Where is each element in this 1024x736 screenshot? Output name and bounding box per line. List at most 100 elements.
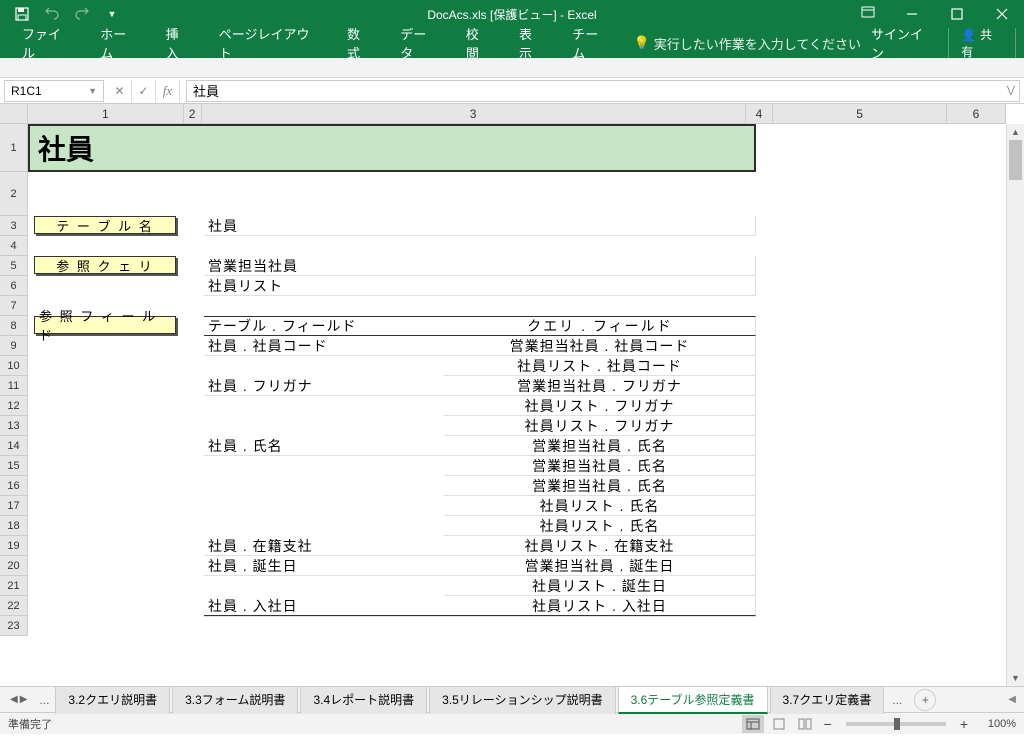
normal-view-button[interactable] bbox=[742, 715, 764, 733]
ribbon-tab[interactable]: ファイル bbox=[8, 28, 86, 58]
sheet-tab[interactable]: 3.5リレーションシップ説明書 bbox=[429, 686, 615, 714]
column-header[interactable]: 1 bbox=[28, 104, 184, 123]
sheet-overflow-left[interactable]: ... bbox=[33, 693, 55, 707]
maximize-button[interactable] bbox=[934, 0, 979, 28]
scroll-thumb[interactable] bbox=[1009, 140, 1022, 180]
row-header[interactable]: 14 bbox=[0, 436, 27, 456]
row-header[interactable]: 18 bbox=[0, 516, 27, 536]
share-button[interactable]: 👤共有 bbox=[948, 23, 1016, 63]
row-header[interactable]: 8 bbox=[0, 316, 27, 336]
formula-input[interactable]: 社員 ⋁ bbox=[186, 80, 1020, 102]
title-cell[interactable]: 社員 bbox=[28, 124, 756, 172]
data-cell[interactable]: 社員リスト bbox=[204, 276, 756, 296]
undo-button[interactable] bbox=[38, 2, 66, 26]
field-right[interactable]: 社員リスト . 誕生日 bbox=[444, 576, 756, 596]
minimize-button[interactable] bbox=[889, 0, 934, 28]
row-header[interactable]: 9 bbox=[0, 336, 27, 356]
page-break-view-button[interactable] bbox=[794, 715, 816, 733]
column-header[interactable]: 3 bbox=[202, 104, 746, 123]
sheet-next-icon[interactable]: ▶ bbox=[20, 694, 28, 705]
row-header[interactable]: 4 bbox=[0, 236, 27, 256]
field-right[interactable]: 営業担当社員 . フリガナ bbox=[444, 376, 756, 396]
row-header[interactable]: 7 bbox=[0, 296, 27, 316]
sheet-prev-icon[interactable]: ◀ bbox=[10, 694, 18, 705]
signin-link[interactable]: サインイン bbox=[871, 24, 934, 62]
row-header[interactable]: 12 bbox=[0, 396, 27, 416]
column-header[interactable]: 5 bbox=[773, 104, 947, 123]
field-right[interactable]: 社員リスト . 氏名 bbox=[444, 516, 756, 536]
zoom-level[interactable]: 100% bbox=[976, 718, 1016, 730]
ribbon-tab[interactable]: 表示 bbox=[505, 28, 558, 58]
ribbon-tab[interactable]: チーム bbox=[558, 28, 623, 58]
scroll-down-icon[interactable]: ▼ bbox=[1007, 670, 1024, 686]
row-header[interactable]: 10 bbox=[0, 356, 27, 376]
sheet-tab[interactable]: 3.2クエリ説明書 bbox=[55, 686, 170, 714]
ribbon-tab[interactable]: 校閲 bbox=[452, 28, 505, 58]
table-header-left[interactable]: テーブル . フィールド bbox=[204, 316, 444, 336]
hscroll-left-icon[interactable]: ◀ bbox=[1004, 694, 1020, 705]
data-cell[interactable]: 営業担当社員 bbox=[204, 256, 756, 276]
row-header[interactable]: 2 bbox=[0, 172, 27, 216]
field-right[interactable]: 営業担当社員 . 氏名 bbox=[444, 476, 756, 496]
row-header[interactable]: 19 bbox=[0, 536, 27, 556]
ribbon-tab[interactable]: ホーム bbox=[86, 28, 151, 58]
sheet-tab[interactable]: 3.6テーブル参照定義書 bbox=[618, 686, 768, 714]
row-header[interactable]: 20 bbox=[0, 556, 27, 576]
zoom-in-button[interactable]: + bbox=[956, 716, 972, 732]
save-button[interactable] bbox=[8, 2, 36, 26]
field-left[interactable]: 社員 . 社員コード bbox=[204, 336, 444, 356]
cancel-formula-button[interactable]: ✕ bbox=[108, 80, 132, 102]
field-right[interactable]: 営業担当社員 . 誕生日 bbox=[444, 556, 756, 576]
qat-customize-icon[interactable]: ▼ bbox=[98, 2, 126, 26]
field-right[interactable]: 営業担当社員 . 氏名 bbox=[444, 436, 756, 456]
section-label[interactable]: 参 照 フ ィ ー ル ド bbox=[34, 316, 176, 334]
page-layout-view-button[interactable] bbox=[768, 715, 790, 733]
tell-me-search[interactable]: 💡 実行したい作業を入力してください bbox=[624, 34, 871, 53]
close-button[interactable] bbox=[979, 0, 1024, 28]
select-all-corner[interactable] bbox=[0, 104, 28, 124]
add-sheet-button[interactable]: + bbox=[914, 689, 936, 711]
name-box[interactable]: R1C1 ▼ bbox=[4, 80, 104, 102]
row-header[interactable]: 13 bbox=[0, 416, 27, 436]
section-label[interactable]: 参 照 ク ェ リ bbox=[34, 256, 176, 274]
sheet-overflow-right[interactable]: ... bbox=[886, 693, 908, 707]
ribbon-display-options-icon[interactable] bbox=[853, 0, 883, 24]
row-header[interactable]: 3 bbox=[0, 216, 27, 236]
scroll-up-icon[interactable]: ▲ bbox=[1007, 124, 1024, 140]
zoom-thumb[interactable] bbox=[894, 718, 900, 730]
field-left[interactable]: 社員 . 在籍支社 bbox=[204, 536, 444, 556]
field-left[interactable]: 社員 . 入社日 bbox=[204, 596, 444, 616]
field-right[interactable]: 社員リスト . 入社日 bbox=[444, 596, 756, 616]
row-header[interactable]: 17 bbox=[0, 496, 27, 516]
column-header[interactable]: 4 bbox=[746, 104, 774, 123]
column-header[interactable]: 6 bbox=[947, 104, 1006, 123]
field-right[interactable]: 社員リスト . フリガナ bbox=[444, 396, 756, 416]
row-header[interactable]: 1 bbox=[0, 124, 27, 172]
row-header[interactable]: 5 bbox=[0, 256, 27, 276]
insert-function-button[interactable]: fx bbox=[156, 80, 180, 102]
field-right[interactable]: 社員リスト . 在籍支社 bbox=[444, 536, 756, 556]
field-left[interactable]: 社員 . フリガナ bbox=[204, 376, 444, 396]
column-header[interactable]: 2 bbox=[184, 104, 202, 123]
row-header[interactable]: 11 bbox=[0, 376, 27, 396]
row-header[interactable]: 23 bbox=[0, 616, 27, 636]
sheet-tab[interactable]: 3.3フォーム説明書 bbox=[172, 686, 298, 714]
enter-formula-button[interactable]: ✓ bbox=[132, 80, 156, 102]
row-header[interactable]: 15 bbox=[0, 456, 27, 476]
ribbon-tab[interactable]: 挿入 bbox=[152, 28, 205, 58]
field-right[interactable]: 社員リスト . フリガナ bbox=[444, 416, 756, 436]
ribbon-tab[interactable]: 数式 bbox=[333, 28, 386, 58]
row-header[interactable]: 6 bbox=[0, 276, 27, 296]
sheet-tab[interactable]: 3.4レポート説明書 bbox=[300, 686, 427, 714]
field-right[interactable]: 社員リスト . 社員コード bbox=[444, 356, 756, 376]
field-right[interactable]: 営業担当社員 . 氏名 bbox=[444, 456, 756, 476]
redo-button[interactable] bbox=[68, 2, 96, 26]
data-cell[interactable]: 社員 bbox=[204, 216, 756, 236]
cells-area[interactable]: 社員テ ー ブ ル 名社員参 照 ク ェ リ営業担当社員社員リスト参 照 フ ィ… bbox=[28, 124, 1006, 686]
table-bottom-rule[interactable] bbox=[204, 615, 756, 617]
section-label[interactable]: テ ー ブ ル 名 bbox=[34, 216, 176, 234]
expand-formula-icon[interactable]: ⋁ bbox=[1007, 85, 1015, 96]
table-header-right[interactable]: クエリ . フィールド bbox=[444, 316, 756, 336]
vertical-scrollbar[interactable]: ▲ ▼ bbox=[1006, 124, 1024, 686]
field-right[interactable]: 営業担当社員 . 社員コード bbox=[444, 336, 756, 356]
